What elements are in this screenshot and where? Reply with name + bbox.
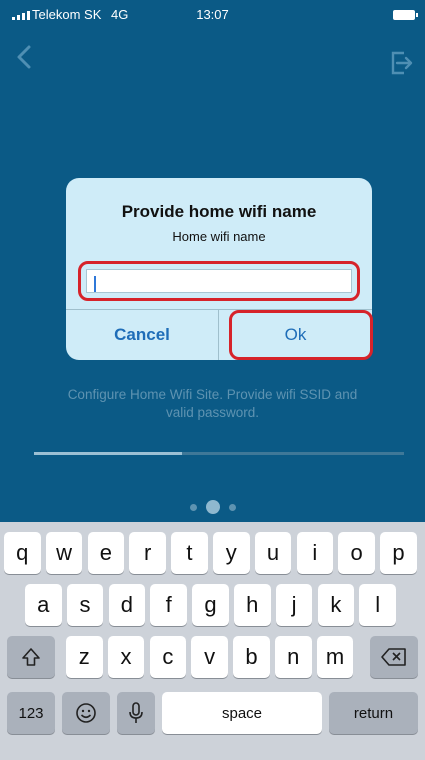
chevron-left-icon <box>17 45 31 69</box>
wifi-name-input[interactable] <box>86 269 352 293</box>
key-s[interactable]: s <box>66 584 104 626</box>
key-p[interactable]: p <box>380 532 417 574</box>
key-x[interactable]: x <box>107 636 145 678</box>
cancel-button[interactable]: Cancel <box>66 310 218 360</box>
keyboard: qwertyuiop asdfghjkl zxcvbnm 123 space r… <box>0 522 425 760</box>
step-progress-bar <box>34 452 404 455</box>
key-n[interactable]: n <box>275 636 312 678</box>
app-screen: Telekom SK 4G 13:07 Configure Home Wifi … <box>0 0 425 760</box>
key-v[interactable]: v <box>191 636 228 678</box>
battery-icon <box>393 10 418 20</box>
text-cursor <box>94 276 96 292</box>
key-b[interactable]: b <box>233 636 270 678</box>
key-q[interactable]: q <box>4 532 41 574</box>
key-g[interactable]: g <box>192 584 229 626</box>
key-l[interactable]: l <box>359 584 396 626</box>
shift-icon <box>22 648 40 666</box>
space-key[interactable]: space <box>162 692 322 734</box>
configure-description: Configure Home Wifi Site. Provide wifi S… <box>30 386 395 422</box>
dialog-title: Provide home wifi name <box>121 202 317 221</box>
step-progress-fill <box>34 452 182 455</box>
key-r[interactable]: r <box>129 532 166 574</box>
delete-key[interactable] <box>370 636 418 678</box>
page-indicator <box>0 500 425 514</box>
delete-icon <box>381 648 406 666</box>
shift-key[interactable] <box>7 636 55 678</box>
return-key[interactable]: return <box>329 692 418 734</box>
key-w[interactable]: w <box>45 532 83 574</box>
description-line-2: valid password. <box>165 405 260 420</box>
numbers-key[interactable]: 123 <box>7 692 55 734</box>
key-e[interactable]: e <box>87 532 125 574</box>
clock: 13:07 <box>196 7 229 22</box>
input-highlight <box>78 261 360 301</box>
emoji-key[interactable] <box>62 692 110 734</box>
key-a[interactable]: a <box>25 584 62 626</box>
page-dot <box>189 503 197 511</box>
description-line-1: Configure Home Wifi Site. Provide wifi S… <box>67 387 358 402</box>
page-dot-active <box>205 500 220 514</box>
key-u[interactable]: u <box>254 532 292 574</box>
logout-icon <box>391 51 413 75</box>
key-k[interactable]: k <box>317 584 355 626</box>
back-button[interactable] <box>10 42 40 72</box>
key-t[interactable]: t <box>171 532 208 574</box>
microphone-key[interactable] <box>117 692 155 734</box>
key-y[interactable]: y <box>213 532 250 574</box>
key-f[interactable]: f <box>150 584 187 626</box>
logout-button[interactable] <box>389 50 415 76</box>
key-d[interactable]: d <box>108 584 146 626</box>
key-o[interactable]: o <box>338 532 375 574</box>
status-bar: Telekom SK 4G 13:07 <box>0 0 425 30</box>
dialog-message: Home wifi name <box>172 229 266 244</box>
key-h[interactable]: h <box>234 584 271 626</box>
key-c[interactable]: c <box>149 636 187 678</box>
key-j[interactable]: j <box>275 584 313 626</box>
key-z[interactable]: z <box>66 636 103 678</box>
emoji-icon <box>76 703 96 723</box>
page-dot <box>228 503 236 511</box>
key-m[interactable]: m <box>316 636 354 678</box>
key-i[interactable]: i <box>296 532 334 574</box>
microphone-icon <box>129 702 143 723</box>
ok-button-highlight <box>229 310 373 360</box>
